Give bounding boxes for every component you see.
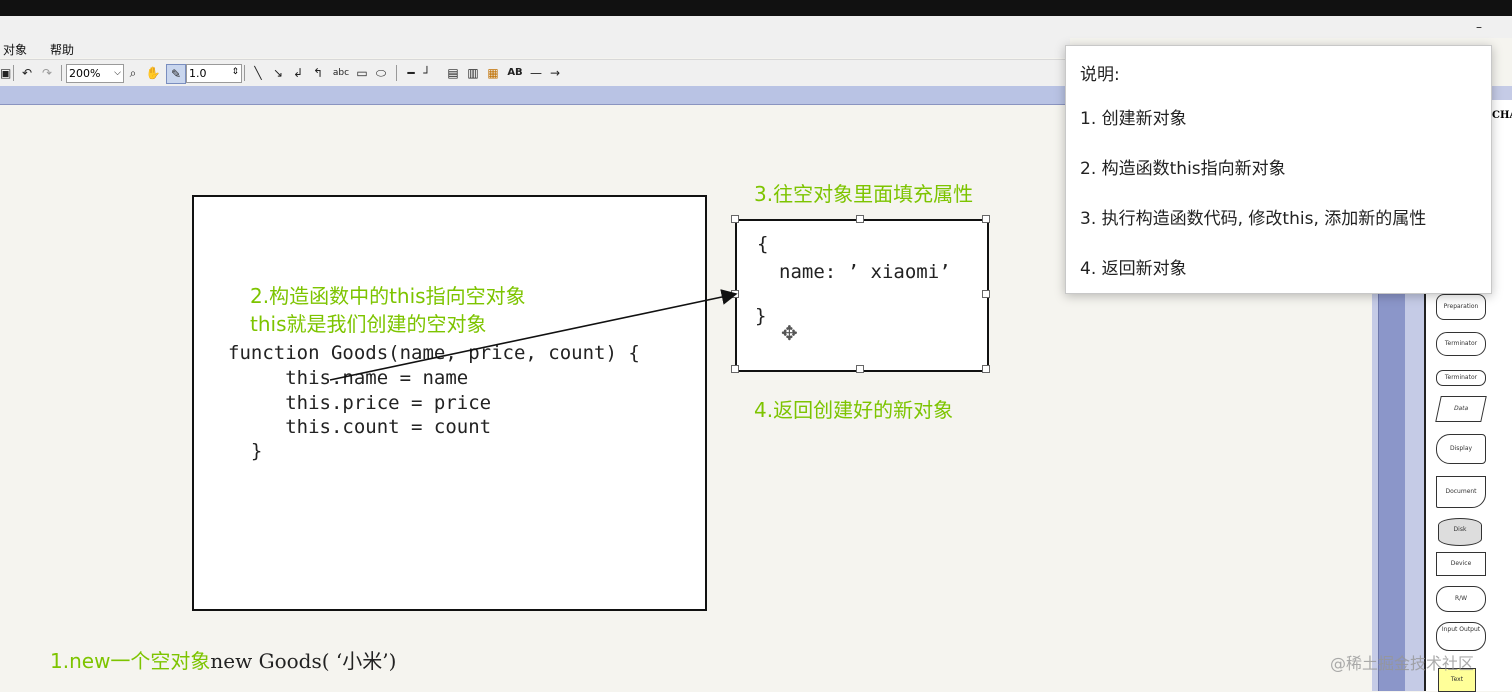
step1-label: 1.new一个空对象 <box>50 649 211 673</box>
popup-item-3: 3. 执行构造函数代码, 修改this, 添加新的属性 <box>1080 209 1427 229</box>
popup-item-1: 1. 创建新对象 <box>1080 109 1187 129</box>
step1-row: 1.new一个空对象new Goods( ‘小米’) <box>50 645 396 674</box>
popup-item-4: 4. 返回新对象 <box>1080 259 1187 279</box>
watermark: @稀土掘金技术社区 <box>1330 654 1475 673</box>
step1-code: new Goods( ‘小米’) <box>210 649 397 673</box>
popup-title: 说明: <box>1080 65 1120 85</box>
explanation-popup: 说明: 1. 创建新对象 2. 构造函数this指向新对象 3. 执行构造函数代… <box>1065 45 1492 294</box>
popup-item-2: 2. 构造函数this指向新对象 <box>1080 159 1286 179</box>
